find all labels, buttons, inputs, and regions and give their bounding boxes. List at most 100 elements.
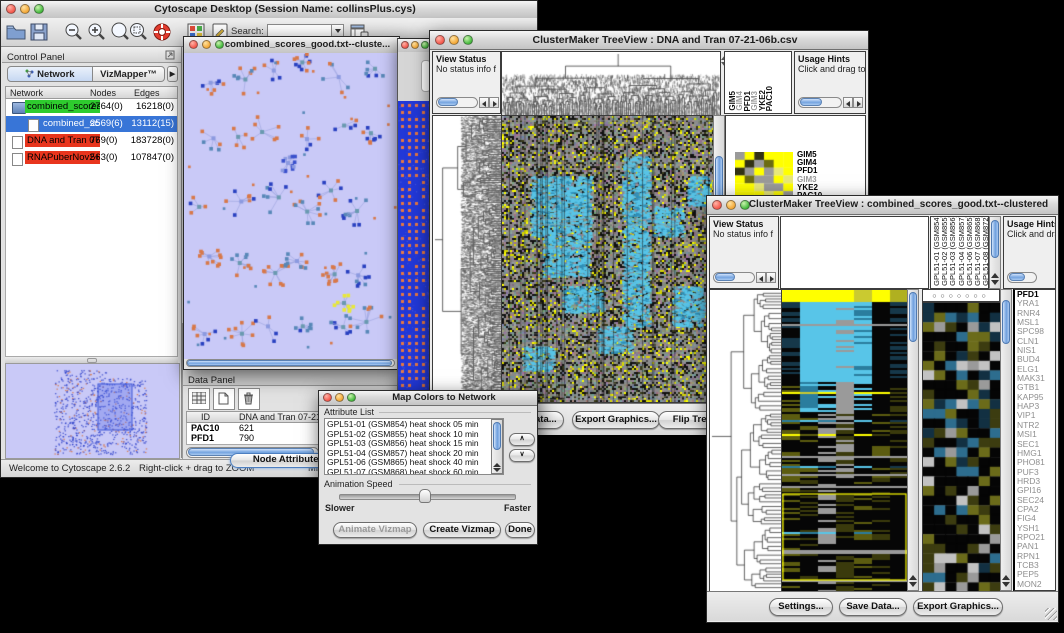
new-attribute-icon — [218, 392, 229, 405]
tv2-column-dendrogram-area[interactable] — [780, 216, 929, 289]
network-view-title: combined_scores_good.txt--cluste... — [224, 37, 391, 53]
attribute-table-button[interactable] — [188, 388, 210, 410]
document-icon — [12, 136, 23, 149]
network-nodes: 769(0) — [90, 134, 117, 147]
network-list: combined_scores2764(0)16218(0)combined_s… — [5, 99, 178, 169]
zoom-button[interactable] — [347, 393, 356, 402]
tv2-column-labels: GPL51-01 (GSM854)GPL51-02 (GSM855)GPL51-… — [930, 216, 989, 289]
slider-thumb[interactable] — [419, 489, 431, 503]
network-nodes: 2569(6) — [90, 117, 123, 130]
settings-button[interactable]: Settings... — [769, 598, 833, 616]
export-graphics-button[interactable]: Export Graphics... — [913, 598, 1003, 616]
network-tree-empty-area[interactable] — [5, 168, 178, 357]
folder-icon — [12, 102, 26, 114]
network-edges: 16218(0) — [136, 100, 174, 113]
network-view-hscrollbar[interactable] — [186, 359, 395, 370]
network-table-header: Network Nodes Edges — [5, 86, 178, 99]
minimize-button[interactable] — [411, 41, 419, 49]
tv2-vscrollbar[interactable] — [907, 289, 919, 591]
resize-grip[interactable] — [1045, 608, 1057, 620]
network-overview[interactable] — [5, 363, 180, 459]
tv2-zoom-heatmap[interactable] — [922, 302, 1002, 593]
network-view-canvas[interactable] — [184, 53, 397, 359]
tv1-status-hscrollbar[interactable] — [436, 97, 498, 108]
close-button[interactable] — [6, 4, 16, 14]
new-attribute-button[interactable] — [213, 388, 235, 410]
minimize-button[interactable] — [726, 200, 736, 210]
treeview2-titlebar[interactable]: ClusterMaker TreeView : combined_scores_… — [707, 196, 1058, 215]
dialog-title: Map Colors to Network — [359, 391, 529, 405]
network-row[interactable]: RNAPuberNov2+563(0)107847(0) — [6, 150, 177, 166]
move-down-button[interactable]: ∨ — [509, 449, 535, 462]
treeview1-titlebar[interactable]: ClusterMaker TreeView : DNA and Tran 07-… — [430, 31, 868, 50]
tab-overflow-button[interactable]: ▶ — [167, 66, 178, 82]
dialog-titlebar[interactable]: Map Colors to Network — [319, 391, 537, 406]
minimize-button[interactable] — [335, 393, 344, 402]
animate-vizmap-button[interactable]: Animate Vizmap — [333, 522, 417, 538]
tab-network[interactable]: Network — [7, 66, 93, 82]
tv1-summary-heatmap[interactable] — [735, 152, 793, 199]
tv1-usage-hscrollbar[interactable] — [798, 97, 864, 108]
control-panel-title: Control Panel — [7, 52, 65, 63]
zoom-button[interactable] — [421, 41, 429, 49]
desktop: Cytoscape Desktop (Session Name: collins… — [0, 0, 1064, 633]
tv2-heatmap[interactable] — [781, 289, 909, 593]
tv2-button-bar: Settings... Save Data... Export Graphics… — [707, 591, 1058, 621]
open-folder-icon[interactable] — [5, 21, 27, 43]
minimize-button[interactable] — [449, 35, 459, 45]
zoom-in-icon[interactable] — [86, 21, 108, 43]
data-value: 621 — [239, 423, 254, 433]
network-view-titlebar[interactable]: combined_scores_good.txt--cluste... — [184, 37, 399, 54]
float-panel-icon[interactable] — [165, 50, 175, 60]
save-data-button[interactable]: Save Data... — [839, 598, 907, 616]
tv2-status-hscrollbar[interactable] — [713, 272, 777, 283]
attribute-list-scrollbar[interactable] — [491, 419, 503, 474]
create-vizmap-button[interactable]: Create Vizmap — [423, 522, 501, 538]
move-up-button[interactable]: ∧ — [509, 433, 535, 446]
export-graphics-button[interactable]: Export Graphics... — [572, 411, 660, 429]
zoom-out-icon[interactable] — [63, 21, 85, 43]
attribute-list[interactable]: GPL51-01 (GSM854) heat shock 05 minGPL51… — [324, 418, 504, 475]
treeview1-title: ClusterMaker TreeView : DNA and Tran 07-… — [470, 31, 860, 49]
main-titlebar[interactable]: Cytoscape Desktop (Session Name: collins… — [1, 1, 537, 19]
close-button[interactable] — [323, 393, 332, 402]
tv1-row-dendrogram[interactable] — [432, 115, 503, 403]
network-edges: 13112(15) — [131, 117, 174, 130]
tv1-heatmap[interactable] — [501, 115, 715, 403]
tv2-column-label: GPL51-08 (GSM872) — [981, 216, 989, 286]
help-ring-icon[interactable] — [151, 21, 173, 43]
window-controls[interactable] — [6, 4, 44, 14]
tv1-usage-hints: Usage Hints Click and drag to — [794, 51, 866, 114]
close-button[interactable] — [435, 35, 445, 45]
faster-label: Faster — [504, 503, 531, 513]
network-row[interactable]: combined_scores2764(0)16218(0) — [6, 99, 177, 115]
data-value: 790 — [239, 433, 254, 443]
map-colors-dialog: Map Colors to Network Attribute List GPL… — [318, 390, 538, 545]
tv2-usage-hscrollbar[interactable] — [1007, 272, 1053, 283]
attribute-list-label: Attribute List — [324, 407, 374, 417]
tv1-column-dendrogram[interactable] — [501, 51, 721, 116]
network-row[interactable]: combined_sco2569(6)13112(15) — [6, 116, 177, 132]
close-button[interactable] — [189, 40, 198, 49]
tab-vizmapper[interactable]: VizMapper™ — [93, 66, 165, 82]
zoom-fit-icon[interactable] — [127, 21, 149, 43]
attribute-item[interactable]: GPL51-07 (GSM868) heat shock 60 min — [327, 468, 501, 475]
gene-label[interactable]: MON2 — [1017, 580, 1055, 589]
close-button[interactable] — [712, 200, 722, 210]
tv2-collabel-vscrollbar[interactable] — [989, 216, 1001, 289]
data-id: PFD1 — [191, 433, 214, 443]
done-button[interactable]: Done — [505, 522, 535, 538]
minimize-button[interactable] — [20, 4, 30, 14]
minimize-button[interactable] — [202, 40, 211, 49]
close-button[interactable] — [401, 41, 409, 49]
save-icon[interactable] — [28, 21, 50, 43]
tv2-view-status: View Status No status info f — [709, 216, 779, 289]
tv2-zoom-vscrollbar[interactable] — [1000, 289, 1012, 591]
tv2-gene-list[interactable]: PFD1YRA1RNR4MSL1SPC98CLN1NIS1BUD4ELG1MAK… — [1013, 289, 1056, 591]
delete-attribute-button[interactable] — [238, 388, 260, 410]
network-view-window: combined_scores_good.txt--cluste... — [183, 36, 400, 370]
network-row[interactable]: DNA and Tran 07769(0)183728(0) — [6, 133, 177, 149]
tv2-row-dendrogram[interactable] — [709, 289, 782, 593]
zoom-button[interactable] — [215, 40, 224, 49]
main-title: Cytoscape Desktop (Session Name: collins… — [41, 1, 529, 18]
